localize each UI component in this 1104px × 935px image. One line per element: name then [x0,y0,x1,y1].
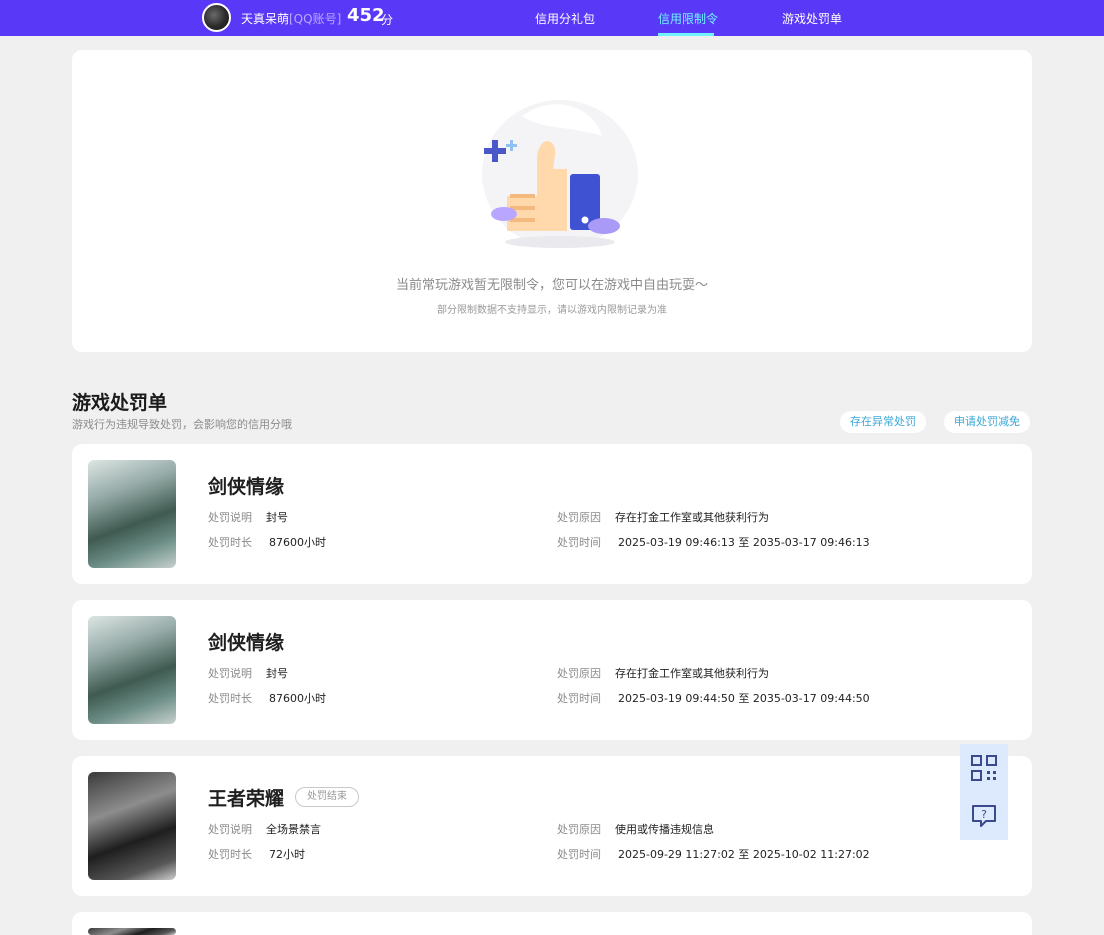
active-tab-indicator [658,33,714,36]
game-thumbnail [88,616,176,724]
game-thumbnail [88,772,176,880]
penalty-time-value: 2025-03-19 09:46:13 至 2035-03-17 09:46:1… [618,536,870,549]
penalty-desc-value: 封号 [266,511,288,524]
penalty-card[interactable]: 王者荣耀 处罚结束 处罚说明 全场景禁言 处罚时长 72小时 处罚原因 使用或传… [72,756,1032,896]
penalty-duration-label: 处罚时长 [208,848,252,861]
penalty-card[interactable] [72,912,1032,935]
penalty-reason-label: 处罚原因 [557,667,601,680]
thumbs-up-illustration [472,96,642,256]
section-subtitle: 游戏行为违规导致处罚，会影响您的信用分哦 [72,418,292,431]
penalty-desc-value: 全场景禁言 [266,823,321,836]
status-badge: 处罚结束 [295,787,359,807]
game-thumbnail [88,928,176,935]
penalty-desc-label: 处罚说明 [208,823,252,836]
penalty-desc-label: 处罚说明 [208,667,252,680]
penalty-time-label: 处罚时间 [557,536,601,549]
penalty-duration-label: 处罚时长 [208,536,252,549]
qr-code-button[interactable] [960,744,1008,792]
penalty-reason-value: 使用或传播违规信息 [615,823,714,836]
svg-text:?: ? [981,808,987,821]
tab-credit-restriction[interactable]: 信用限制令 [658,10,718,27]
penalty-duration-label: 处罚时长 [208,692,252,705]
tab-game-penalty[interactable]: 游戏处罚单 [782,10,842,27]
game-thumbnail [88,460,176,568]
qr-code-icon [971,755,997,781]
penalty-reason-label: 处罚原因 [557,511,601,524]
penalty-card[interactable]: 剑侠情缘 处罚说明 封号 处罚时长 87600小时 处罚原因 存在打金工作室或其… [72,444,1032,584]
restriction-empty-message: 当前常玩游戏暂无限制令，您可以在游戏中自由玩耍～ [395,278,708,293]
penalty-time-value: 2025-03-19 09:44:50 至 2035-03-17 09:44:5… [618,692,870,705]
penalty-reason-value: 存在打金工作室或其他获利行为 [615,667,769,680]
credit-score-unit: 分 [381,13,394,27]
help-button[interactable]: ? [960,792,1008,840]
penalty-card[interactable]: 剑侠情缘 处罚说明 封号 处罚时长 87600小时 处罚原因 存在打金工作室或其… [72,600,1032,740]
penalty-desc-label: 处罚说明 [208,511,252,524]
penalty-duration-value: 87600小时 [269,536,326,549]
section-title: 游戏处罚单 [72,392,168,414]
abnormal-penalty-button[interactable]: 存在异常处罚 [840,411,926,433]
penalty-desc-value: 封号 [266,667,288,680]
penalty-duration-value: 87600小时 [269,692,326,705]
penalty-reason-label: 处罚原因 [557,823,601,836]
penalty-reason-value: 存在打金工作室或其他获利行为 [615,511,769,524]
penalty-time-label: 处罚时间 [557,692,601,705]
tab-credit-gift[interactable]: 信用分礼包 [535,10,595,27]
help-chat-icon: ? [972,805,996,827]
avatar[interactable] [202,3,231,32]
appeal-reduction-button[interactable]: 申请处罚减免 [944,411,1030,433]
account-type: [QQ账号] [289,12,342,26]
penalty-time-label: 处罚时间 [557,848,601,861]
game-title: 剑侠情缘 [208,632,285,654]
game-title: 剑侠情缘 [208,476,285,498]
username: 天真呆萌 [241,12,290,26]
penalty-duration-value: 72小时 [269,848,305,861]
penalty-time-value: 2025-09-29 11:27:02 至 2025-10-02 11:27:0… [618,848,870,861]
restriction-empty-note: 部分限制数据不支持显示，请以游戏内限制记录为准 [437,305,667,316]
top-nav-bar: 天真呆萌 [QQ账号] 452 分 信用分礼包 信用限制令 游戏处罚单 [0,0,1104,36]
game-title: 王者荣耀 [208,788,285,810]
credit-score: 452 [347,5,385,26]
